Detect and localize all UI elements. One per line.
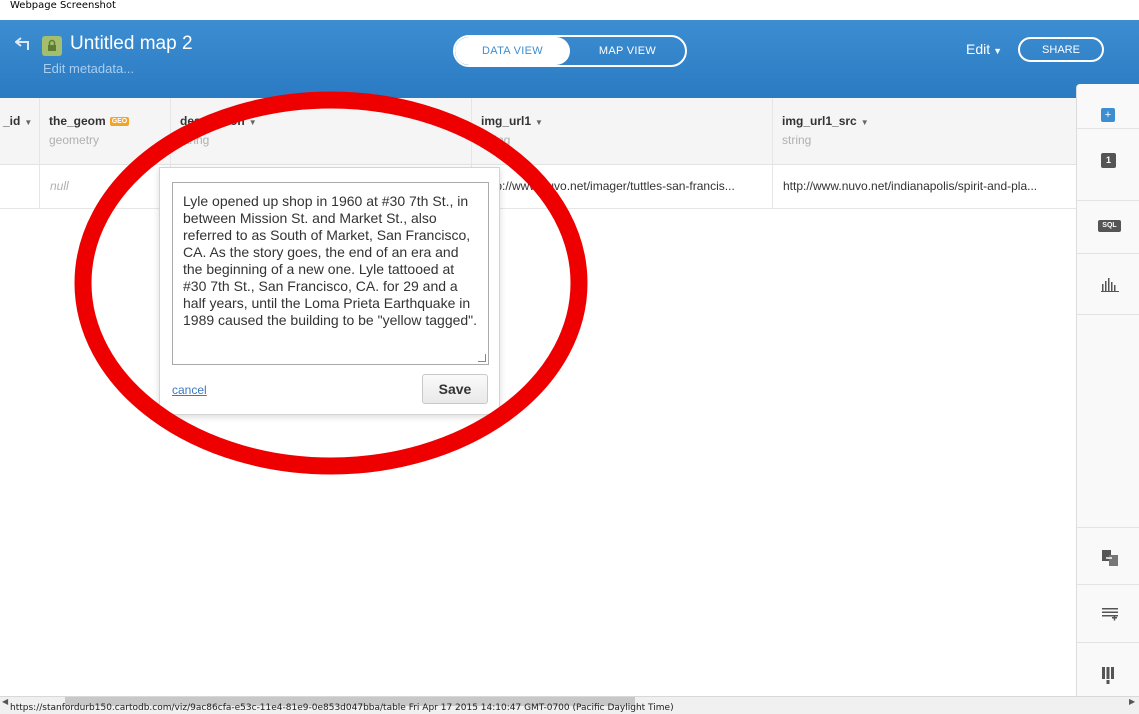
column-header-description[interactable]: description ▼ string xyxy=(171,98,472,165)
map-title[interactable]: Untitled map 2 xyxy=(70,33,193,55)
edit-menu-label: Edit xyxy=(966,41,991,57)
caret-down-icon: ▼ xyxy=(993,46,1003,56)
edit-metadata-link[interactable]: Edit metadata... xyxy=(43,61,134,76)
layer-number-icon: 1 xyxy=(1101,153,1116,168)
cell-the-geom[interactable]: null xyxy=(50,179,160,193)
resize-handle-icon[interactable] xyxy=(478,354,486,362)
column-header-id[interactable]: _id ▼ xyxy=(0,98,40,165)
column-name: _id xyxy=(3,114,21,128)
lock-icon[interactable] xyxy=(42,36,62,56)
sidebar-item-merge[interactable] xyxy=(1077,527,1139,585)
caret-down-icon: ▼ xyxy=(535,118,543,127)
column-header-img-url1-src[interactable]: img_url1_src ▼ string xyxy=(773,98,1076,165)
column-type: string xyxy=(180,133,210,147)
geo-badge: GEO xyxy=(109,117,130,126)
table-cell[interactable] xyxy=(0,165,40,209)
edit-menu[interactable]: Edit ▼ xyxy=(966,41,1002,57)
right-sidebar: + 1 SQL xyxy=(1076,84,1139,696)
description-textarea[interactable]: Lyle opened up shop in 1960 at #30 7th S… xyxy=(172,182,489,365)
sidebar-item-layer-1[interactable]: 1 xyxy=(1077,128,1139,201)
add-column-icon xyxy=(1102,667,1114,684)
column-type: geometry xyxy=(49,133,100,147)
caret-down-icon: ▼ xyxy=(248,118,257,127)
sidebar-item-add-row[interactable] xyxy=(1077,585,1139,643)
sidebar-item-sql[interactable]: SQL xyxy=(1077,201,1139,254)
column-type: string xyxy=(782,133,812,147)
add-row-icon xyxy=(1102,608,1118,621)
view-toggle: DATA VIEW MAP VIEW xyxy=(453,35,687,67)
back-arrow-icon[interactable] xyxy=(15,37,31,51)
column-header-img-url1[interactable]: img_url1 ▼ string xyxy=(472,98,773,165)
add-layer-icon: + xyxy=(1101,108,1115,122)
save-button[interactable]: Save xyxy=(422,374,488,404)
cell-editor-popup: Lyle opened up shop in 1960 at #30 7th S… xyxy=(159,167,500,415)
column-name: description xyxy=(180,114,245,128)
tab-map-view[interactable]: MAP VIEW xyxy=(570,37,685,65)
sql-icon: SQL xyxy=(1098,220,1121,232)
status-url-text: https://stanfordurb150.cartodb.com/viz/9… xyxy=(10,703,674,713)
column-name: img_url1_src xyxy=(782,114,857,128)
scroll-right-icon[interactable]: ▶ xyxy=(1129,697,1135,706)
sidebar-item-analysis[interactable] xyxy=(1077,254,1139,315)
scroll-left-icon[interactable]: ◀ xyxy=(2,697,8,706)
column-name: img_url1 xyxy=(481,114,532,128)
sidebar-item-add-layer[interactable]: + xyxy=(1077,84,1139,128)
column-type: string xyxy=(481,133,511,147)
merge-icon xyxy=(1102,550,1118,566)
sidebar-item-add-column[interactable] xyxy=(1077,643,1139,696)
caret-down-icon: ▼ xyxy=(860,118,869,127)
column-header-the-geom[interactable]: the_geom GEO geometry xyxy=(40,98,171,165)
cell-img-url1[interactable]: http://www.nuvo.net/imager/tuttles-san-f… xyxy=(482,179,767,193)
share-button[interactable]: SHARE xyxy=(1018,37,1104,62)
cell-img-url1-src[interactable]: http://www.nuvo.net/indianapolis/spirit-… xyxy=(783,179,1068,193)
tab-data-view[interactable]: DATA VIEW xyxy=(455,37,570,65)
bar-chart-icon xyxy=(1101,278,1119,292)
caret-down-icon: ▼ xyxy=(24,118,33,127)
screenshot-caption: Webpage Screenshot xyxy=(10,0,116,11)
column-name: the_geom xyxy=(49,114,106,128)
cancel-link[interactable]: cancel xyxy=(172,383,207,397)
